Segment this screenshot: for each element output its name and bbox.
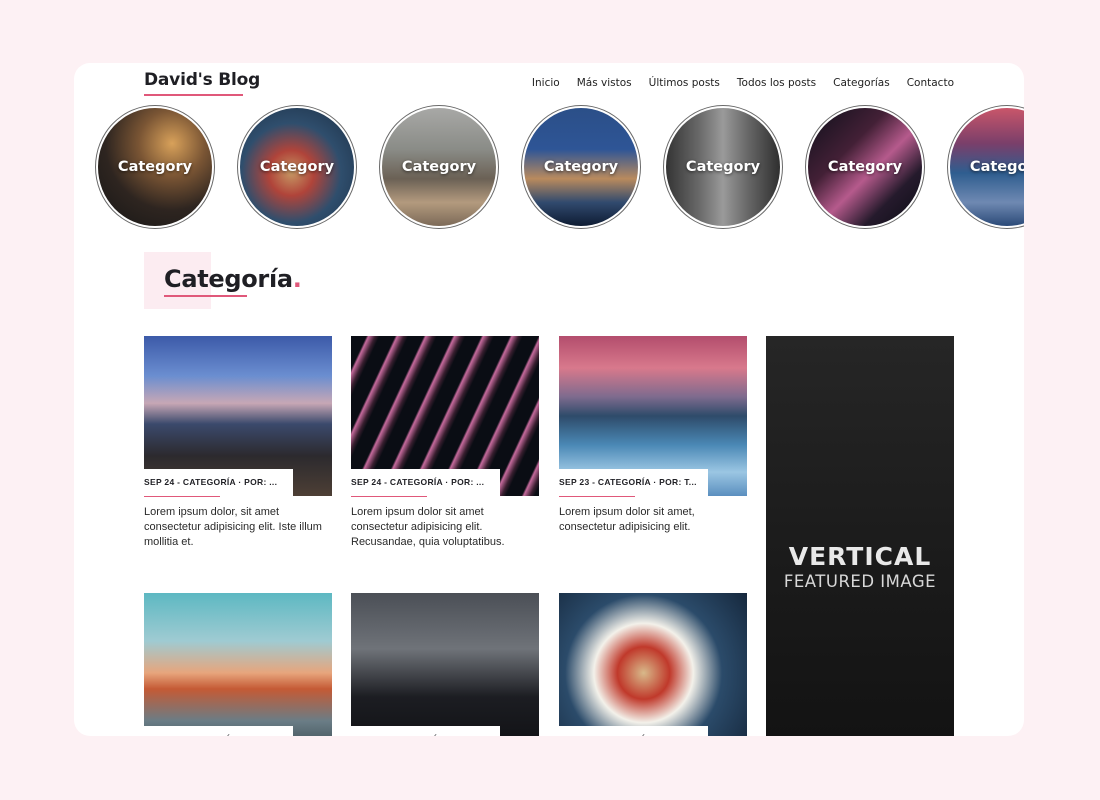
post-excerpt: Lorem ipsum dolor, sit amet consectetur … [144,506,322,548]
featured-subtitle: FEATURED IMAGE [783,572,937,591]
category-image: Category [382,108,496,226]
post-card[interactable]: SEP 24 - CATEGORÍA · POR: ... Lorem ipsu… [144,336,332,550]
post-card[interactable]: SEP 23 - CATEGORÍA · POR: ... [559,593,747,736]
post-image: SEP 23 - CATEGORÍA · POR: ... [351,593,539,736]
category-circle[interactable]: Category [947,105,1024,229]
category-circle[interactable]: Category [237,105,357,229]
nav-todos-los-posts[interactable]: Todos los posts [737,77,816,89]
post-meta: SEP 23 - CATEGORÍA · POR: ... [559,726,708,736]
post-card[interactable]: SEP 23 - CATEGORÍA · POR: ... [144,593,332,736]
post-meta: SEP 24 - CATEGORÍA · POR: ... [144,469,293,496]
vertical-featured-image[interactable]: VERTICAL FEATURED IMAGE [766,336,954,736]
category-circle[interactable]: Category [379,105,499,229]
post-card[interactable]: SEP 23 - CATEGORÍA · POR: T... Lorem ips… [559,336,747,535]
post-image: SEP 24 - CATEGORÍA · POR: ... [351,336,539,496]
post-meta: SEP 23 - CATEGORÍA · POR: T... [559,469,708,496]
category-carousel: Category Category Category Category Cate… [95,105,1024,229]
post-card[interactable]: SEP 24 - CATEGORÍA · POR: ... Lorem ipsu… [351,336,539,550]
category-label: Category [827,159,903,175]
post-card[interactable]: SEP 23 - CATEGORÍA · POR: ... [351,593,539,736]
post-meta: SEP 23 - CATEGORÍA · POR: ... [351,726,500,736]
category-image: Category [950,108,1024,226]
post-image: SEP 23 - CATEGORÍA · POR: ... [559,593,747,736]
category-circle[interactable]: Category [521,105,641,229]
post-excerpt: Lorem ipsum dolor sit amet consectetur a… [351,506,505,548]
nav-categorias[interactable]: Categorías [833,77,890,89]
category-label: Category [685,159,761,175]
logo-underline [144,94,243,96]
category-circle[interactable]: Category [95,105,215,229]
title-underline [164,295,247,297]
post-image: SEP 24 - CATEGORÍA · POR: ... [144,336,332,496]
page-title: Categoría. [164,265,302,293]
category-label: Category [117,159,193,175]
post-meta: SEP 23 - CATEGORÍA · POR: ... [144,726,293,736]
category-circle[interactable]: Category [663,105,783,229]
category-label: Category [401,159,477,175]
category-image: Category [524,108,638,226]
post-image: SEP 23 - CATEGORÍA · POR: ... [144,593,332,736]
featured-title: VERTICAL [788,542,932,571]
main-nav: Inicio Más vistos Últimos posts Todos lo… [532,77,954,89]
site-logo[interactable]: David's Blog [144,70,260,90]
category-image: Category [666,108,780,226]
category-image: Category [808,108,922,226]
category-image: Category [98,108,212,226]
nav-inicio[interactable]: Inicio [532,77,560,89]
nav-mas-vistos[interactable]: Más vistos [577,77,632,89]
category-image: Category [240,108,354,226]
post-image: SEP 23 - CATEGORÍA · POR: T... [559,336,747,496]
post-meta: SEP 24 - CATEGORÍA · POR: ... [351,469,500,496]
category-circle[interactable]: Category [805,105,925,229]
blog-page: David's Blog Inicio Más vistos Últimos p… [74,63,1024,736]
category-label: Category [543,159,619,175]
title-dot: . [292,265,302,293]
post-excerpt: Lorem ipsum dolor sit amet, consectetur … [559,506,695,533]
category-label: Category [969,159,1024,175]
page-title-text: Categoría [164,265,293,293]
nav-ultimos-posts[interactable]: Últimos posts [649,77,720,89]
category-label: Category [259,159,335,175]
nav-contacto[interactable]: Contacto [907,77,954,89]
